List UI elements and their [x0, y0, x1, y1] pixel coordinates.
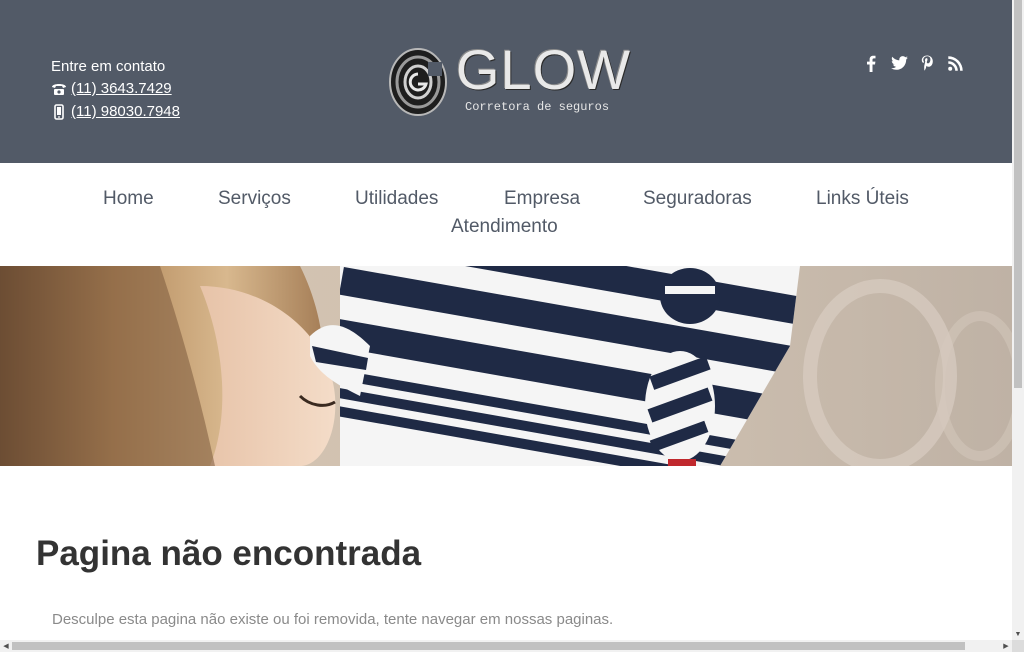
phone-mobile-link[interactable]: (11) 98030.7948: [71, 100, 180, 123]
phone-landline-link[interactable]: (11) 3643.7429: [71, 77, 172, 100]
page-message: Desculpe esta pagina não existe ou foi r…: [52, 611, 614, 628]
social-links: [862, 54, 964, 72]
twitter-icon[interactable]: [890, 54, 908, 72]
mobile-phone-icon: [51, 103, 67, 120]
phone-landline-row: (11) 3643.7429: [51, 77, 180, 100]
brand-tagline: Corretora de seguros: [465, 100, 610, 114]
contact-title: Entre em contato: [51, 58, 166, 75]
logo-emblem-icon: [389, 48, 447, 116]
site-header: Entre em contato (11) 3643.7429 (11) 980…: [0, 0, 1012, 163]
scroll-down-arrow-icon[interactable]: ▼: [1012, 628, 1024, 640]
horizontal-scrollbar-thumb[interactable]: [12, 642, 965, 650]
scroll-right-arrow-icon[interactable]: ▶: [1000, 640, 1012, 652]
nav-item-utilidades[interactable]: Utilidades: [355, 187, 438, 211]
brand-name: GLOW: [456, 38, 632, 101]
facebook-icon[interactable]: [862, 54, 880, 72]
hero-banner-image: [0, 266, 1012, 466]
rss-icon[interactable]: [946, 54, 964, 72]
page-viewport: Entre em contato (11) 3643.7429 (11) 980…: [0, 0, 1012, 640]
nav-item-atendimento[interactable]: Atendimento: [451, 215, 558, 239]
phone-mobile-row: (11) 98030.7948: [51, 100, 180, 123]
banner-photo: [0, 266, 1012, 466]
scrollbar-corner: [1012, 640, 1024, 652]
scroll-left-arrow-icon[interactable]: ◀: [0, 640, 12, 652]
site-logo[interactable]: GLOW Corretora de seguros: [388, 40, 630, 120]
nav-item-seguradoras[interactable]: Seguradoras: [643, 187, 752, 211]
telephone-icon: [51, 81, 67, 97]
nav-item-home[interactable]: Home: [103, 187, 154, 211]
nav-item-servicos[interactable]: Serviços: [218, 187, 291, 211]
nav-item-empresa[interactable]: Empresa: [504, 187, 580, 211]
vertical-scrollbar-thumb[interactable]: [1014, 0, 1022, 388]
main-navigation: Home Serviços Utilidades Empresa Segurad…: [0, 163, 1012, 266]
page-title: Pagina não encontrada: [36, 534, 422, 573]
contact-block: Entre em contato (11) 3643.7429 (11) 980…: [51, 57, 180, 123]
nav-item-links-uteis[interactable]: Links Úteis: [816, 187, 909, 211]
pinterest-icon[interactable]: [918, 54, 936, 72]
